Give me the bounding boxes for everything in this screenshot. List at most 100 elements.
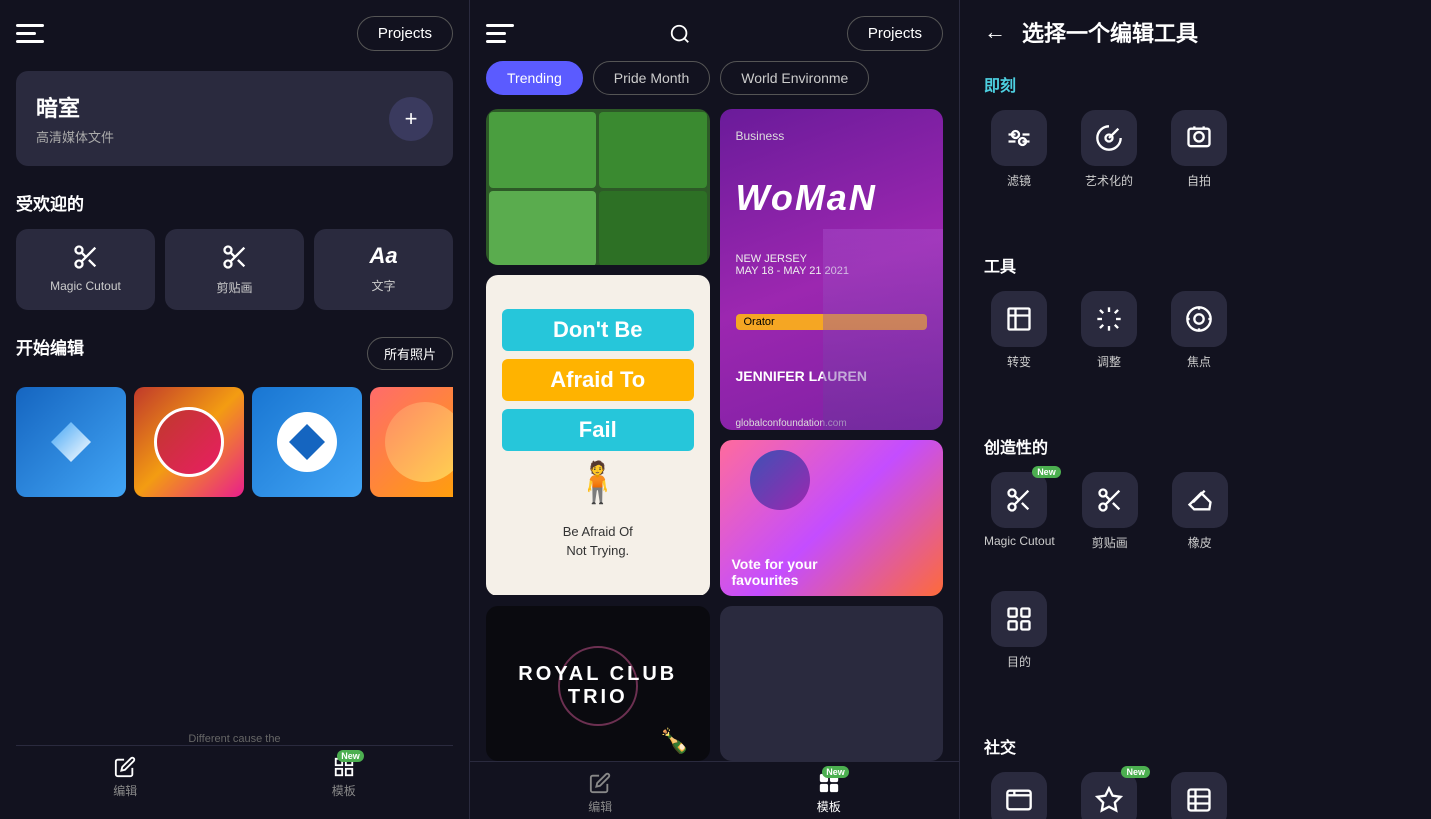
creative-tools-row: New Magic Cutout 剪贴画 橡皮 [984, 472, 1407, 551]
magic-cutout-right-label: Magic Cutout [984, 534, 1055, 548]
tools-row: 转变 调整 焦点 [984, 291, 1407, 370]
template-motivational[interactable]: Don't Be Afraid To Fail 🧍 Be Afraid OfNo… [486, 275, 710, 596]
tool-card-shape[interactable]: New 形状 [1074, 772, 1144, 819]
start-editing-header: 开始编辑 所有照片 [16, 334, 453, 373]
tool-card-design[interactable]: 设计 [1164, 772, 1234, 819]
photo-thumb-2[interactable] [134, 387, 244, 497]
tpl-person-circle [750, 450, 810, 510]
middle-nav-template[interactable]: New 模板 [817, 772, 841, 815]
middle-top-bar: Projects [470, 0, 959, 61]
adjust-label: 调整 [1097, 353, 1121, 370]
photo-thumb-1[interactable] [16, 387, 126, 497]
tpl-line3: Fail [502, 409, 694, 451]
tool-card-artistic[interactable]: 艺术化的 [1074, 110, 1144, 189]
filter-label: 滤镜 [1007, 172, 1031, 189]
tool-card-selfie[interactable]: 自拍 [1164, 110, 1234, 189]
left-projects-button[interactable]: Projects [357, 16, 453, 51]
collage-icon [221, 243, 249, 271]
middle-projects-button[interactable]: Projects [847, 16, 943, 51]
tool-card-eraser[interactable]: 橡皮 [1165, 472, 1235, 551]
eraser-label: 橡皮 [1188, 534, 1212, 551]
social-tools-row: 背景 New 形状 设计 [984, 772, 1407, 819]
middle-hamburger-icon[interactable] [486, 24, 514, 43]
popular-tools-grid: Magic Cutout 剪贴画 Aa 文字 [16, 229, 453, 310]
middle-bottom-nav: 编辑 New 模板 [470, 761, 959, 819]
hamburger-menu-icon[interactable] [16, 24, 44, 43]
instant-section-heading: 即刻 [984, 72, 1407, 96]
tool-card-adjust[interactable]: 调整 [1074, 291, 1144, 370]
magic-cutout-new-badge: New [1032, 466, 1061, 478]
tool-collage[interactable]: 剪贴画 [165, 229, 304, 310]
focus-label: 焦点 [1187, 353, 1211, 370]
back-button[interactable]: ← [984, 19, 1006, 45]
section-instant: 即刻 滤镜 艺术化的 自拍 [984, 72, 1407, 209]
tool-card-transform[interactable]: 转变 [984, 291, 1054, 370]
purpose-label: 目的 [1007, 653, 1031, 670]
tool-card-collage-right[interactable]: 剪贴画 [1075, 472, 1145, 551]
magic-cutout-icon-right [991, 472, 1047, 528]
panel-right: ← 选择一个编辑工具 即刻 滤镜 艺术化的 自拍 [960, 0, 1431, 819]
tpl-royal-text: ROYAL CLUBTRIO [518, 663, 677, 709]
tpl-line1: Don't Be [502, 309, 694, 351]
all-photos-button[interactable]: 所有照片 [367, 337, 453, 370]
collage-right-icon [1082, 472, 1138, 528]
left-nav-edit[interactable]: 编辑 [113, 756, 137, 799]
background-icon [991, 772, 1047, 819]
artistic-label: 艺术化的 [1085, 172, 1133, 189]
tool-card-filter[interactable]: 滤镜 [984, 110, 1054, 189]
section-social: 社交 背景 New 形状 设计 [984, 734, 1407, 819]
tpl-bottom-text: Be Afraid OfNot Trying. [563, 522, 633, 561]
template-blank[interactable] [720, 606, 944, 762]
collage-right-label: 剪贴画 [1092, 534, 1128, 551]
tab-trending[interactable]: Trending [486, 61, 583, 95]
tabs-row: Trending Pride Month World Environme [470, 61, 959, 109]
right-top-bar: ← 选择一个编辑工具 [984, 16, 1407, 48]
darkroom-add-button[interactable]: + [389, 97, 433, 141]
creative-section-heading: 创造性的 [984, 434, 1407, 458]
design-icon [1171, 772, 1227, 819]
text-icon: Aa [369, 243, 397, 269]
middle-search-button[interactable] [669, 23, 691, 45]
left-bottom-nav: 编辑 New 模板 [16, 745, 453, 803]
photo-thumb-4[interactable] [370, 387, 453, 497]
left-bottom-hint: Different cause the [16, 729, 453, 745]
tool-collage-label: 剪贴画 [216, 279, 252, 296]
instant-tools-row: 滤镜 艺术化的 自拍 [984, 110, 1407, 189]
template-royal[interactable]: ROYAL CLUBTRIO 🍾 [486, 606, 710, 762]
template-green[interactable] [486, 109, 710, 265]
darkroom-subtitle: 高清媒体文件 [36, 127, 114, 146]
darkroom-card: 暗室 高清媒体文件 + [16, 71, 453, 166]
magic-cutout-icon [72, 243, 100, 271]
tool-card-purpose[interactable]: 目的 [984, 591, 1054, 670]
tool-text[interactable]: Aa 文字 [314, 229, 453, 310]
template-business-woman[interactable]: Business WoMaN NEW JERSEYMAY 18 - MAY 21… [720, 109, 944, 430]
panel-left: Projects 暗室 高清媒体文件 + 受欢迎的 Magic Cutout 剪… [0, 0, 470, 819]
tool-card-background[interactable]: 背景 [984, 772, 1054, 819]
panel-middle: Projects Trending Pride Month World Envi… [470, 0, 960, 819]
tools-section-heading: 工具 [984, 253, 1407, 277]
tpl-line2: Afraid To [502, 359, 694, 401]
photo-thumb-3[interactable] [252, 387, 362, 497]
tool-magic-cutout[interactable]: Magic Cutout [16, 229, 155, 310]
edit-nav-icon [114, 756, 136, 778]
selfie-label: 自拍 [1187, 172, 1211, 189]
shape-new-badge: New [1121, 766, 1150, 778]
section-tools: 工具 转变 调整 焦点 [984, 253, 1407, 390]
tool-magic-cutout-label: Magic Cutout [50, 279, 121, 293]
tool-card-magic-cutout[interactable]: New Magic Cutout [984, 472, 1055, 551]
templates-grid: Business WoMaN NEW JERSEYMAY 18 - MAY 21… [470, 109, 959, 761]
tpl-woman-figure [823, 229, 943, 430]
filter-icon [991, 110, 1047, 166]
left-nav-template[interactable]: New 模板 [332, 756, 356, 799]
tab-pride-month[interactable]: Pride Month [593, 61, 710, 95]
tool-card-focus[interactable]: 焦点 [1164, 291, 1234, 370]
middle-nav-edit[interactable]: 编辑 [588, 772, 612, 815]
edit-nav-label: 编辑 [113, 782, 137, 799]
transform-icon [991, 291, 1047, 347]
left-top-bar: Projects [16, 16, 453, 51]
tab-world-env[interactable]: World Environme [720, 61, 869, 95]
template-vote[interactable]: Vote for yourfavourites [720, 440, 944, 596]
tpl-figure: 🧍 [573, 459, 623, 506]
tpl-vote-text: Vote for yourfavourites [732, 556, 818, 588]
middle-edit-nav-label: 编辑 [588, 798, 612, 815]
